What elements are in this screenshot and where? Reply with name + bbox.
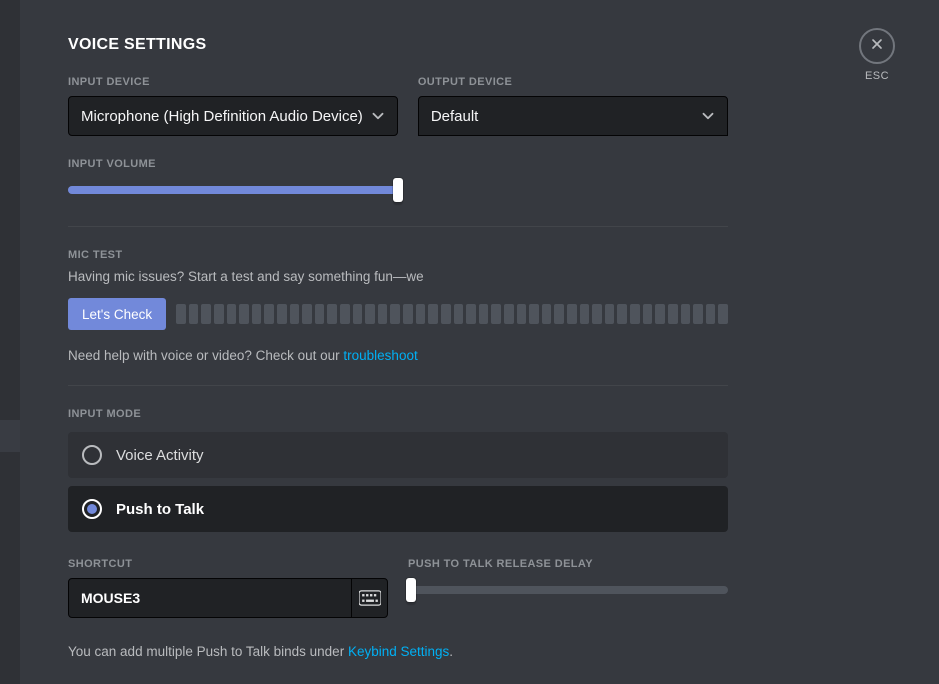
settings-panel: ESC VOICE SETTINGS INPUT DEVICE Micropho…: [20, 0, 939, 684]
chevron-down-icon: [699, 107, 717, 125]
troubleshoot-link[interactable]: troubleshoot: [343, 348, 417, 363]
divider: [68, 385, 728, 386]
close-label: ESC: [859, 70, 895, 82]
output-device-value: Default: [431, 108, 479, 125]
close-button[interactable]: [859, 28, 895, 64]
divider: [68, 226, 728, 227]
close-icon: [869, 36, 885, 57]
mic-test-label: MIC TEST: [68, 249, 728, 261]
footnote-prefix: You can add multiple Push to Talk binds …: [68, 644, 348, 659]
radio-push-to-talk[interactable]: Push to Talk: [68, 486, 728, 532]
input-volume-label: INPUT VOLUME: [68, 158, 398, 170]
troubleshoot-prefix: Need help with voice or video? Check out…: [68, 348, 343, 363]
radio-icon: [82, 499, 102, 519]
radio-icon: [82, 445, 102, 465]
input-device-value: Microphone (High Definition Audio Device…: [81, 108, 363, 125]
output-device-select[interactable]: Default DefaultHeadphones (High Definiti…: [418, 96, 728, 136]
radio-voice-activity[interactable]: Voice Activity: [68, 432, 728, 478]
input-volume-slider[interactable]: [68, 178, 398, 202]
mic-test-hint: Having mic issues? Start a test and say …: [68, 269, 728, 284]
keyboard-icon[interactable]: [351, 578, 387, 618]
shortcut-value: MOUSE3: [69, 590, 351, 606]
output-device-label: OUTPUT DEVICE: [418, 76, 728, 88]
page-title: VOICE SETTINGS: [68, 36, 728, 54]
chevron-down-icon: [369, 107, 387, 125]
mic-test-button[interactable]: Let's Check: [68, 298, 166, 330]
radio-label: Push to Talk: [116, 501, 204, 518]
sidebar-active-item[interactable]: [0, 420, 20, 452]
radio-label: Voice Activity: [116, 447, 204, 464]
slider-thumb[interactable]: [393, 178, 403, 202]
slider-track: [408, 586, 728, 594]
release-delay-slider[interactable]: [408, 578, 728, 602]
radio-dot-icon: [87, 504, 97, 514]
shortcut-label: SHORTCUT: [68, 558, 388, 570]
slider-thumb[interactable]: [406, 578, 416, 602]
slider-fill: [68, 186, 398, 194]
close-area: ESC: [859, 28, 895, 82]
footnote-suffix: .: [449, 644, 453, 659]
input-device-label: INPUT DEVICE: [68, 76, 398, 88]
keybind-footnote: You can add multiple Push to Talk binds …: [68, 644, 728, 659]
keybind-settings-link[interactable]: Keybind Settings: [348, 644, 449, 659]
release-delay-label: PUSH TO TALK RELEASE DELAY: [408, 558, 728, 570]
troubleshoot-hint: Need help with voice or video? Check out…: [68, 348, 728, 363]
input-mode-label: INPUT MODE: [68, 408, 728, 420]
input-device-select[interactable]: Microphone (High Definition Audio Device…: [68, 96, 398, 136]
sidebar: [0, 0, 20, 684]
mic-test-meter: [176, 304, 728, 324]
shortcut-input[interactable]: MOUSE3: [68, 578, 388, 618]
